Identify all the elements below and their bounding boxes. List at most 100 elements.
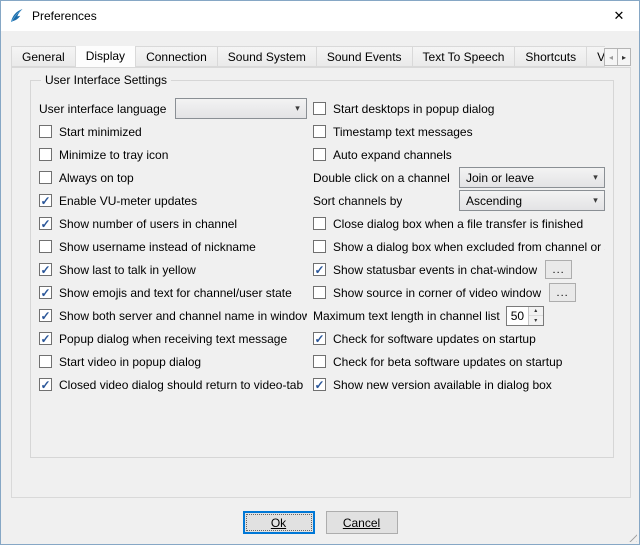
ok-button[interactable]: Ok — [243, 511, 315, 534]
checkbox-label[interactable]: Show statusbar events in chat-window — [333, 263, 537, 277]
row-show-a-dialog-box-when-excluded-from-channel-or-server: Show a dialog box when excluded from cha… — [313, 235, 605, 258]
field-label: User interface language — [39, 102, 166, 116]
cancel-button[interactable]: Cancel — [326, 511, 398, 534]
app-icon — [9, 8, 25, 24]
checked-checkbox[interactable]: ✓ — [39, 263, 52, 276]
tab-scroll-left-button[interactable]: ◂ — [604, 48, 618, 66]
checkbox-label[interactable]: Show last to talk in yellow — [59, 263, 196, 277]
unchecked-checkbox[interactable] — [313, 102, 326, 115]
row-start-minimized: Start minimized — [39, 120, 307, 143]
settings-column-right: Start desktops in popup dialog Timestamp … — [313, 97, 605, 396]
row-maximum-text-length-in-channel-list: Maximum text length in channel list50▴▾ — [313, 304, 605, 327]
tab-general[interactable]: General — [11, 46, 76, 67]
checkbox-label[interactable]: Closed video dialog should return to vid… — [59, 378, 303, 392]
checked-checkbox[interactable]: ✓ — [39, 217, 52, 230]
checked-checkbox[interactable]: ✓ — [39, 286, 52, 299]
row-closed-video-dialog-should-return-to-video-tab: ✓ Closed video dialog should return to vi… — [39, 373, 307, 396]
checked-checkbox[interactable]: ✓ — [39, 309, 52, 322]
row-show-number-of-users-in-channel: ✓ Show number of users in channel — [39, 212, 307, 235]
row-sort-channels-by: Sort channels by Ascending▾ — [313, 189, 605, 212]
more-options-button[interactable]: ... — [549, 283, 576, 302]
tab-video[interactable]: Video — [586, 46, 605, 67]
tab-sound-system[interactable]: Sound System — [217, 46, 317, 67]
tab-scroll-right-button[interactable]: ▸ — [617, 48, 631, 66]
checkbox-label[interactable]: Show number of users in channel — [59, 217, 237, 231]
checkbox-label[interactable]: Check for software updates on startup — [333, 332, 536, 346]
unchecked-checkbox[interactable] — [39, 148, 52, 161]
tab-page-display: User Interface Settings User interface l… — [11, 67, 631, 498]
group-title: User Interface Settings — [41, 73, 171, 87]
checkbox-label[interactable]: Auto expand channels — [333, 148, 452, 162]
tab-bar: GeneralDisplayConnectionSound SystemSoun… — [11, 46, 605, 68]
titlebar[interactable]: Preferences ✕ — [1, 1, 639, 31]
checked-checkbox[interactable]: ✓ — [39, 332, 52, 345]
row-start-desktops-in-popup-dialog: Start desktops in popup dialog — [313, 97, 605, 120]
checkbox-label[interactable]: Show emojis and text for channel/user st… — [59, 286, 292, 300]
unchecked-checkbox[interactable] — [39, 240, 52, 253]
unchecked-checkbox[interactable] — [39, 171, 52, 184]
checkbox-label[interactable]: Start desktops in popup dialog — [333, 102, 494, 116]
tab-shortcuts[interactable]: Shortcuts — [514, 46, 587, 67]
combobox-sort-channels-by[interactable]: Ascending▾ — [459, 190, 605, 211]
unchecked-checkbox[interactable] — [313, 355, 326, 368]
group-user-interface-settings: User Interface Settings User interface l… — [30, 80, 614, 458]
checkbox-label[interactable]: Show new version available in dialog box — [333, 378, 552, 392]
tab-scroll-control: ◂ ▸ — [605, 48, 631, 66]
spin-down-button[interactable]: ▾ — [529, 316, 543, 325]
checked-checkbox[interactable]: ✓ — [313, 263, 326, 276]
spin-arrows: ▴▾ — [528, 307, 543, 325]
checkbox-label[interactable]: Show a dialog box when excluded from cha… — [333, 240, 605, 254]
row-start-video-in-popup-dialog: Start video in popup dialog — [39, 350, 307, 373]
unchecked-checkbox[interactable] — [313, 125, 326, 138]
checkbox-label[interactable]: Always on top — [59, 171, 134, 185]
row-always-on-top: Always on top — [39, 166, 307, 189]
combobox-value: Join or leave — [460, 171, 587, 185]
checked-checkbox[interactable]: ✓ — [39, 194, 52, 207]
row-enable-vu-meter-updates: ✓ Enable VU-meter updates — [39, 189, 307, 212]
checkbox-label[interactable]: Minimize to tray icon — [59, 148, 168, 162]
field-label: Sort channels by — [313, 194, 402, 208]
checkbox-label[interactable]: Enable VU-meter updates — [59, 194, 197, 208]
spin-up-button[interactable]: ▴ — [529, 307, 543, 317]
checkbox-label[interactable]: Show both server and channel name in win… — [59, 309, 307, 323]
row-double-click-on-a-channel: Double click on a channel Join or leave▾ — [313, 166, 605, 189]
checkbox-label[interactable]: Timestamp text messages — [333, 125, 473, 139]
checkbox-label[interactable]: Popup dialog when receiving text message — [59, 332, 287, 346]
field-label: Double click on a channel — [313, 171, 450, 185]
row-show-source-in-corner-of-video-window: Show source in corner of video window... — [313, 281, 605, 304]
unchecked-checkbox[interactable] — [313, 240, 326, 253]
checkbox-label[interactable]: Show source in corner of video window — [333, 286, 541, 300]
row-show-last-to-talk-in-yellow: ✓ Show last to talk in yellow — [39, 258, 307, 281]
checkbox-label[interactable]: Close dialog box when a file transfer is… — [333, 217, 583, 231]
unchecked-checkbox[interactable] — [313, 217, 326, 230]
dialog-buttons: Ok Cancel — [1, 511, 639, 534]
close-icon[interactable]: ✕ — [608, 5, 630, 27]
tab-text-to-speech[interactable]: Text To Speech — [412, 46, 516, 67]
checkbox-label[interactable]: Start minimized — [59, 125, 142, 139]
combobox-value: Ascending — [460, 194, 587, 208]
chevron-down-icon: ▾ — [587, 195, 604, 206]
spinbox-maximum-text-length-in-channel-list[interactable]: 50▴▾ — [506, 306, 544, 326]
unchecked-checkbox[interactable] — [39, 125, 52, 138]
checked-checkbox[interactable]: ✓ — [313, 332, 326, 345]
unchecked-checkbox[interactable] — [313, 148, 326, 161]
checkbox-label[interactable]: Start video in popup dialog — [59, 355, 201, 369]
more-options-button[interactable]: ... — [545, 260, 572, 279]
combobox-double-click-on-a-channel[interactable]: Join or leave▾ — [459, 167, 605, 188]
preferences-dialog: Preferences ✕ GeneralDisplayConnectionSo… — [0, 0, 640, 545]
tab-connection[interactable]: Connection — [135, 46, 218, 67]
unchecked-checkbox[interactable] — [313, 286, 326, 299]
checked-checkbox[interactable]: ✓ — [39, 378, 52, 391]
combobox-user-interface-language[interactable]: ▾ — [175, 98, 307, 119]
row-timestamp-text-messages: Timestamp text messages — [313, 120, 605, 143]
tab-sound-events[interactable]: Sound Events — [316, 46, 413, 67]
checkbox-label[interactable]: Check for beta software updates on start… — [333, 355, 562, 369]
row-popup-dialog-when-receiving-text-message: ✓ Popup dialog when receiving text messag… — [39, 327, 307, 350]
window-title: Preferences — [32, 9, 97, 23]
row-show-both-server-and-channel-name-in-window-title: ✓ Show both server and channel name in wi… — [39, 304, 307, 327]
row-show-new-version-available-in-dialog-box: ✓ Show new version available in dialog bo… — [313, 373, 605, 396]
tab-display[interactable]: Display — [75, 46, 136, 68]
checked-checkbox[interactable]: ✓ — [313, 378, 326, 391]
unchecked-checkbox[interactable] — [39, 355, 52, 368]
checkbox-label[interactable]: Show username instead of nickname — [59, 240, 256, 254]
